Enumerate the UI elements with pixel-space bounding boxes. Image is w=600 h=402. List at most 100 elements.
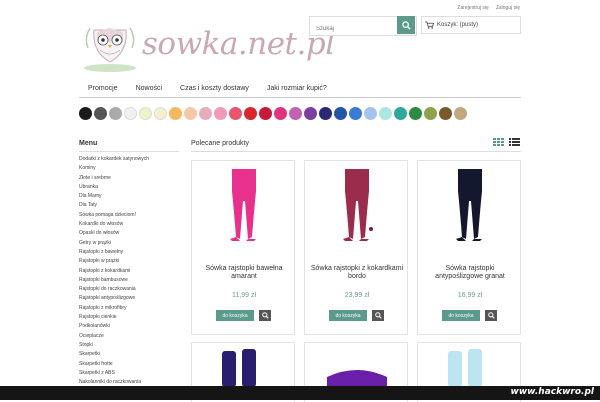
list-view-icon[interactable] — [509, 138, 520, 146]
color-swatch[interactable] — [79, 107, 92, 120]
menu-item[interactable]: Rajstopki z kokardkami — [79, 267, 149, 276]
zoom-icon — [261, 312, 269, 319]
menu-item[interactable]: Złote i srebrne — [79, 174, 149, 183]
menu-item[interactable]: Rajstopki z bawełny — [79, 248, 149, 257]
product-image[interactable] — [192, 343, 296, 387]
product-name[interactable]: Sówka rajstopki bawełna amarant — [196, 265, 292, 281]
menu-item[interactable]: Rajstopki cienkie — [79, 313, 149, 322]
owl-icon — [84, 27, 136, 72]
zoom-button[interactable] — [372, 310, 384, 321]
menu-item[interactable]: Stopki — [79, 341, 149, 350]
color-swatch[interactable] — [394, 107, 407, 120]
color-swatch[interactable] — [94, 107, 107, 120]
product-image[interactable] — [418, 343, 522, 387]
product-image[interactable] — [305, 343, 409, 387]
search-icon — [401, 20, 411, 30]
add-to-cart-button[interactable]: do koszyka — [442, 310, 480, 321]
menu-item[interactable]: Sówka pomaga dzieciom! — [79, 211, 149, 220]
view-toggle — [493, 138, 520, 146]
product-price: 23,99 zł — [344, 292, 370, 299]
product-name[interactable]: Sówka rajstopki z kokardkami bordo — [309, 265, 405, 281]
add-to-cart-button[interactable]: do koszyka — [329, 310, 367, 321]
product-card[interactable]: Sówka rajstopki bawełna amarant 11,99 zł… — [191, 160, 295, 335]
menu-item[interactable]: Skarpetki frotte — [79, 360, 149, 369]
color-swatch[interactable] — [289, 107, 302, 120]
nav-item-promocje[interactable]: Promocje — [79, 82, 127, 97]
color-swatch[interactable] — [259, 107, 272, 120]
logo-text: sowka.net.pl — [142, 26, 335, 62]
menu-item[interactable]: Ocieplacze — [79, 332, 149, 341]
color-swatch[interactable] — [139, 107, 152, 120]
menu-item[interactable]: Rajstopki antypoślizgowe — [79, 294, 149, 303]
color-filter — [79, 107, 467, 120]
product-image[interactable] — [418, 161, 522, 256]
menu-item[interactable]: Rajstopki z mikrofibry — [79, 304, 149, 313]
product-name[interactable]: Sówka rajstopki antypoślizgowe granat — [422, 265, 518, 281]
cart-label: Koszyk: (pusty) — [437, 22, 479, 28]
color-swatch[interactable] — [274, 107, 287, 120]
zoom-icon — [487, 312, 495, 319]
menu-item[interactable]: Skarpetki — [79, 350, 149, 359]
color-swatch[interactable] — [199, 107, 212, 120]
menu-item[interactable]: Podkolanówki — [79, 322, 149, 331]
shopping-cart-icon — [425, 21, 434, 29]
menu-item[interactable]: Skarpetki z ABS — [79, 369, 149, 378]
grid-view-icon[interactable] — [493, 138, 504, 146]
menu-item[interactable]: Ubranka — [79, 183, 149, 192]
section-divider — [191, 151, 521, 152]
menu-item[interactable]: Dla Taty — [79, 201, 149, 210]
product-image[interactable] — [305, 161, 409, 256]
menu-item[interactable]: Kokardki do włosów — [79, 220, 149, 229]
menu-item[interactable]: Dodatki z kokardek satynowych — [79, 155, 149, 164]
color-swatch[interactable] — [214, 107, 227, 120]
color-swatch[interactable] — [349, 107, 362, 120]
color-swatch[interactable] — [379, 107, 392, 120]
color-swatch[interactable] — [364, 107, 377, 120]
watermark-text: www.hackwro.pl — [510, 387, 594, 397]
category-menu: Dodatki z kokardek satynowych Kominy Złote… — [79, 155, 149, 397]
product-card[interactable]: Sówka rajstopki antypoślizgowe granat 16… — [417, 160, 521, 335]
login-link[interactable]: Zaloguj się — [496, 5, 520, 11]
menu-item[interactable]: Dla Mamy — [79, 192, 149, 201]
color-swatch[interactable] — [244, 107, 257, 120]
color-swatch[interactable] — [154, 107, 167, 120]
section-title: Polecane produkty — [191, 140, 249, 147]
color-swatch[interactable] — [184, 107, 197, 120]
color-swatch[interactable] — [229, 107, 242, 120]
menu-item[interactable]: Getry w prążki — [79, 239, 149, 248]
add-to-cart-button[interactable]: do koszyka — [216, 310, 254, 321]
color-swatch[interactable] — [439, 107, 452, 120]
color-swatch[interactable] — [304, 107, 317, 120]
menu-divider — [79, 151, 179, 152]
color-swatch[interactable] — [319, 107, 332, 120]
search-button[interactable] — [397, 16, 415, 34]
nav-item-size[interactable]: Jaki rozmiar kupić? — [258, 82, 336, 97]
product-image[interactable] — [192, 161, 296, 256]
main-nav: Promocje Nowości Czas i koszty dostawy J… — [79, 82, 521, 98]
zoom-button[interactable] — [485, 310, 497, 321]
menu-item[interactable]: Rajstopki bambusowe — [79, 276, 149, 285]
color-swatch[interactable] — [409, 107, 422, 120]
zoom-button[interactable] — [259, 310, 271, 321]
nav-item-delivery[interactable]: Czas i koszty dostawy — [171, 82, 258, 97]
color-swatch[interactable] — [169, 107, 182, 120]
product-price: 11,99 zł — [232, 292, 256, 299]
logo[interactable]: sowka.net.pl — [82, 18, 335, 76]
menu-item[interactable]: Opaski do włosów — [79, 229, 149, 238]
color-swatch[interactable] — [334, 107, 347, 120]
nav-item-nowosci[interactable]: Nowości — [127, 82, 171, 97]
menu-item[interactable]: Rajstopki do raczkowania — [79, 285, 149, 294]
menu-item[interactable]: Kominy — [79, 164, 149, 173]
watermark-banner: www.hackwro.pl — [0, 386, 600, 400]
product-card[interactable]: Sówka rajstopki z kokardkami bordo 23,99… — [304, 160, 408, 335]
color-swatch[interactable] — [124, 107, 137, 120]
menu-item[interactable]: Rajstopki w prążki — [79, 257, 149, 266]
color-swatch[interactable] — [454, 107, 467, 120]
register-link[interactable]: Zarejestruj się — [457, 5, 488, 11]
menu-title: Menu — [79, 140, 98, 147]
cart-box[interactable]: Koszyk: (pusty) — [421, 16, 521, 34]
top-links: Zarejestruj się Zaloguj się — [457, 5, 520, 11]
color-swatch[interactable] — [424, 107, 437, 120]
color-swatch[interactable] — [109, 107, 122, 120]
product-price: 16,99 zł — [457, 292, 483, 299]
